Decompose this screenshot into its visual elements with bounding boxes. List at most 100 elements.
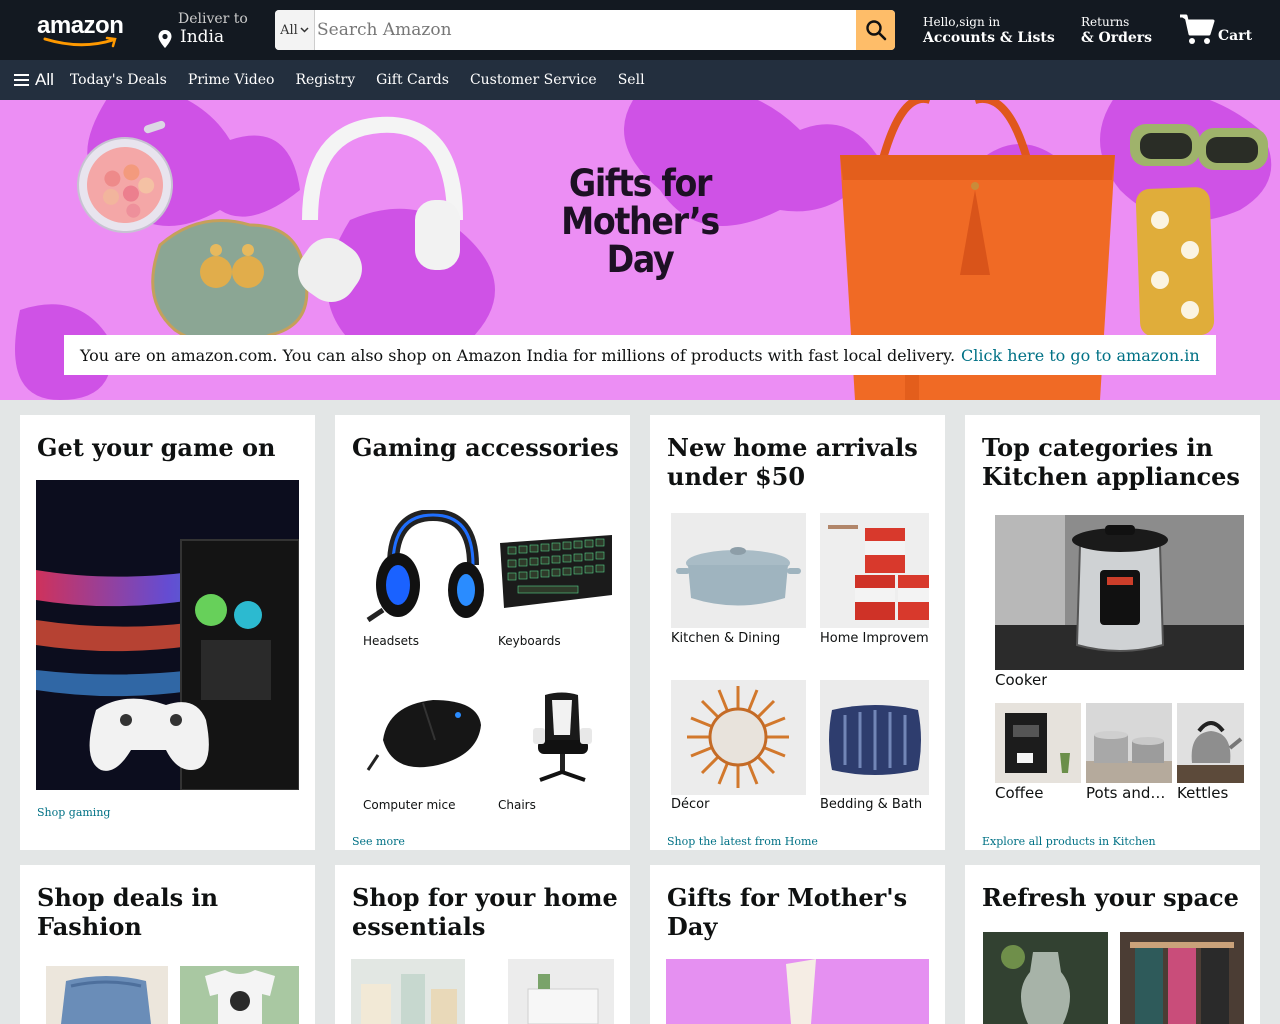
search-button[interactable]	[856, 10, 895, 50]
refresh-tile-1[interactable]	[983, 932, 1108, 1024]
card-title: Gaming accessories	[352, 433, 619, 462]
pots-image	[1086, 703, 1172, 783]
mothers-day-image[interactable]	[666, 959, 929, 1024]
card-title: Gifts for Mother's Day	[667, 883, 908, 941]
gaming-chair-image	[533, 692, 592, 782]
paint-cans-image	[820, 513, 929, 628]
cart-label: Cart	[1218, 28, 1253, 44]
nav-item-prime-video[interactable]: Prime Video	[188, 72, 275, 88]
keyboards-tile[interactable]	[498, 533, 614, 613]
account-greeting: Hello,sign in	[923, 15, 1001, 29]
fashion-tile-tshirt[interactable]	[180, 966, 299, 1024]
nav-bar: All Today's Deals Prime Video Registry G…	[0, 60, 1280, 100]
coffee-tile[interactable]	[995, 703, 1081, 783]
chevron-down-icon	[300, 27, 309, 33]
kettles-tile[interactable]	[1177, 703, 1244, 783]
hero-title-line2: Mother’s Day	[561, 200, 720, 281]
shelf-image	[508, 959, 614, 1024]
refresh-tile-2[interactable]	[1120, 932, 1244, 1024]
search-category-label: All	[280, 22, 298, 38]
search-bar: All	[275, 10, 895, 50]
keyboard-image	[500, 535, 612, 608]
gift-illustration	[666, 959, 929, 1024]
card-title: Get your game on	[37, 433, 276, 462]
nav-item-gift-cards[interactable]: Gift Cards	[376, 72, 449, 88]
chairs-tile[interactable]	[530, 690, 595, 790]
cart-icon	[1180, 14, 1215, 44]
cooker-label[interactable]: Cooker	[995, 671, 1047, 689]
search-category-dropdown[interactable]: All	[275, 10, 315, 50]
pressure-cooker-image	[995, 515, 1244, 670]
pots-pans-tile[interactable]	[1086, 703, 1172, 783]
nav-item-sell[interactable]: Sell	[618, 72, 645, 88]
nav-item-todays-deals[interactable]: Today's Deals	[70, 72, 167, 88]
glass-vase-image	[983, 932, 1108, 1024]
location-pin-icon	[158, 30, 172, 48]
deliver-label: Deliver to	[178, 11, 248, 27]
decor-label[interactable]: Décor	[671, 797, 806, 812]
nav-item-registry[interactable]: Registry	[295, 72, 355, 88]
chairs-label[interactable]: Chairs	[498, 798, 536, 812]
card-title: New home arrivals under $50	[667, 433, 918, 491]
logo-text: amazon	[37, 12, 124, 39]
explore-kitchen-link[interactable]: Explore all products in Kitchen	[982, 835, 1156, 848]
coffee-label[interactable]: Coffee	[995, 784, 1081, 802]
hamburger-icon	[14, 74, 29, 86]
nav-all-menu[interactable]: All	[14, 70, 54, 90]
kettles-label[interactable]: Kettles	[1177, 784, 1244, 802]
card-fashion-deals: Shop deals in Fashion	[20, 865, 315, 1024]
mouse-image	[366, 700, 481, 771]
gaming-illustration	[36, 480, 299, 790]
decor-tile[interactable]	[671, 680, 806, 795]
cooker-tile[interactable]	[995, 515, 1244, 670]
bedding-bath-tile[interactable]	[820, 680, 929, 795]
card-new-home-arrivals: New home arrivals under $50 Kitchen & Di…	[650, 415, 945, 850]
gaming-pc-image[interactable]	[36, 480, 299, 790]
home-improvement-tile[interactable]	[820, 513, 929, 628]
search-input[interactable]	[315, 10, 856, 50]
account-label: Accounts & Lists	[923, 30, 1055, 46]
shop-gaming-link[interactable]: Shop gaming	[37, 806, 110, 819]
tshirt-image	[180, 966, 299, 1024]
kettle-image	[1177, 703, 1244, 783]
card-refresh-space: Refresh your space	[965, 865, 1260, 1024]
pots-label[interactable]: Pots and…	[1086, 784, 1172, 802]
card-title: Refresh your space	[982, 883, 1239, 912]
card-home-essentials: Shop for your home essentials	[335, 865, 630, 1024]
computer-mice-label[interactable]: Computer mice	[363, 798, 455, 812]
card-title: Shop deals in Fashion	[37, 883, 219, 941]
top-header: amazon Deliver to India All Hello,sign i…	[0, 0, 1280, 60]
essentials-tile-1[interactable]	[351, 959, 465, 1024]
amazon-in-link[interactable]: Click here to go to amazon.in	[961, 346, 1200, 365]
fashion-tile-jeans[interactable]	[46, 966, 168, 1024]
shop-latest-home-link[interactable]: Shop the latest from Home	[667, 835, 818, 848]
returns-orders[interactable]: Returns & Orders	[1081, 15, 1152, 47]
essentials-tile-2[interactable]	[508, 959, 614, 1024]
towel-rack-image	[1120, 932, 1244, 1024]
card-get-your-game-on: Get your game on Shop gaming	[20, 415, 315, 850]
notice-text: You are on amazon.com. You can also shop…	[80, 345, 956, 365]
kitchen-dining-tile[interactable]	[671, 513, 806, 628]
headsets-tile[interactable]	[363, 510, 485, 635]
headsets-label[interactable]: Headsets	[363, 634, 419, 648]
hero-title-line1: Gifts for	[568, 162, 713, 205]
amazon-logo[interactable]: amazon	[37, 12, 127, 50]
deliver-location: India	[180, 27, 225, 47]
hero-title: Gifts for Mother’s Day	[532, 165, 748, 279]
kitchen-dining-label[interactable]: Kitchen & Dining	[671, 631, 806, 646]
see-more-link[interactable]: See more	[352, 835, 405, 848]
keyboards-label[interactable]: Keyboards	[498, 634, 561, 648]
orders-label: & Orders	[1081, 30, 1153, 46]
computer-mice-tile[interactable]	[363, 685, 485, 785]
sunburst-mirror-image	[671, 680, 806, 795]
nav-all-label: All	[35, 70, 54, 89]
account-lists[interactable]: Hello,sign in Accounts & Lists	[923, 15, 1055, 47]
card-kitchen-appliances: Top categories in Kitchen appliances Coo…	[965, 415, 1260, 850]
pillow-image	[820, 680, 929, 795]
cart-button[interactable]: Cart	[1178, 12, 1258, 48]
nav-item-customer-service[interactable]: Customer Service	[470, 72, 597, 88]
home-improvement-label[interactable]: Home Improvement	[820, 631, 929, 646]
bathroom-items-image	[351, 959, 465, 1024]
bedding-bath-label[interactable]: Bedding & Bath	[820, 797, 929, 812]
locale-notice: You are on amazon.com. You can also shop…	[64, 335, 1216, 375]
